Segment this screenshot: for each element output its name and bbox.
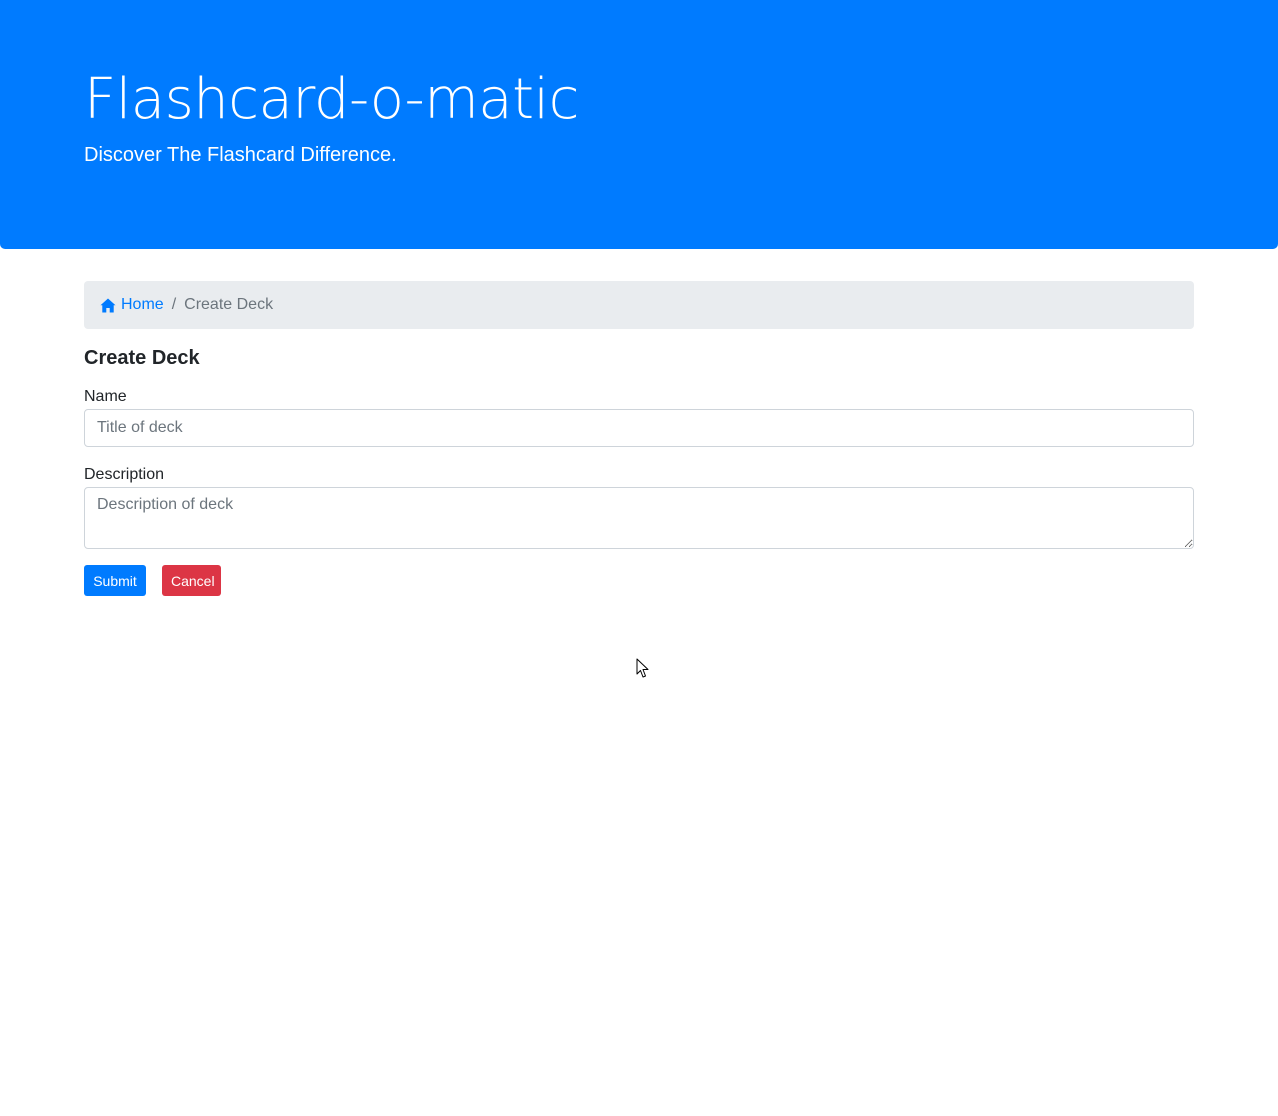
app-subtitle: Discover The Flashcard Difference. — [84, 144, 397, 166]
app-title: Flashcard-o-matic — [84, 67, 579, 132]
home-icon — [100, 298, 121, 313]
cancel-button[interactable]: Cancel — [162, 565, 221, 596]
name-input[interactable] — [84, 409, 1194, 447]
breadcrumb-current: Create Deck — [184, 296, 274, 313]
jumbotron-header: Flashcard-o-matic Discover The Flashcard… — [0, 0, 1278, 249]
breadcrumb-home-label: Home — [121, 296, 164, 313]
submit-button[interactable]: Submit — [84, 565, 146, 596]
breadcrumb: Home / Create Deck — [84, 281, 1194, 329]
breadcrumb-home-link[interactable]: Home — [100, 296, 164, 314]
description-textarea[interactable] — [84, 487, 1194, 549]
page-title: Create Deck — [84, 347, 200, 369]
breadcrumb-separator: / — [171, 296, 177, 313]
mouse-cursor-icon — [636, 658, 649, 678]
name-label: Name — [84, 388, 127, 405]
description-label: Description — [84, 466, 165, 483]
